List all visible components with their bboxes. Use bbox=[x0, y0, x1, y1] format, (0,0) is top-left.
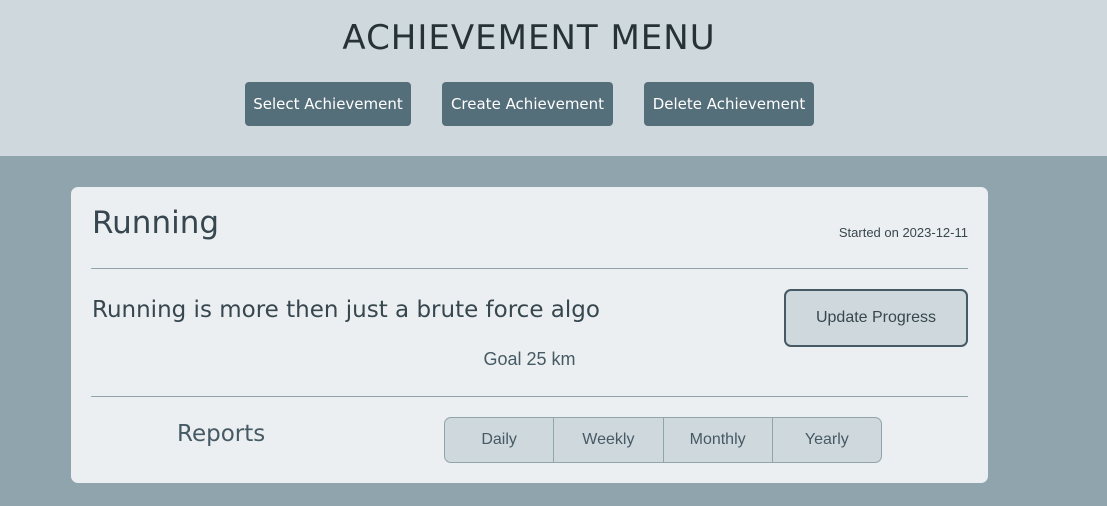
page-title: ACHIEVEMENT MENU bbox=[342, 18, 716, 58]
divider-top bbox=[91, 268, 968, 269]
monthly-report-button[interactable]: Monthly bbox=[664, 418, 773, 462]
update-progress-button[interactable]: Update Progress bbox=[784, 289, 968, 347]
achievement-title: Running bbox=[92, 205, 220, 241]
achievement-card: Running Started on 2023-12-11 Running is… bbox=[71, 187, 988, 483]
create-achievement-button[interactable]: Create Achievement bbox=[442, 82, 613, 126]
header-bar: ACHIEVEMENT MENU Select Achievement Crea… bbox=[0, 0, 1107, 156]
delete-achievement-button[interactable]: Delete Achievement bbox=[644, 82, 814, 126]
select-achievement-button[interactable]: Select Achievement bbox=[245, 82, 411, 126]
start-date: Started on 2023-12-11 bbox=[838, 225, 968, 240]
daily-report-button[interactable]: Daily bbox=[445, 418, 555, 462]
weekly-report-button[interactable]: Weekly bbox=[554, 418, 664, 462]
report-period-selector: Daily Weekly Monthly Yearly bbox=[444, 417, 882, 463]
reports-label: Reports bbox=[177, 421, 266, 447]
divider-bottom bbox=[91, 396, 968, 397]
goal-text: Goal 25 km bbox=[483, 349, 576, 369]
yearly-report-button[interactable]: Yearly bbox=[773, 418, 881, 462]
achievement-description: Running is more then just a brute force … bbox=[92, 297, 600, 323]
